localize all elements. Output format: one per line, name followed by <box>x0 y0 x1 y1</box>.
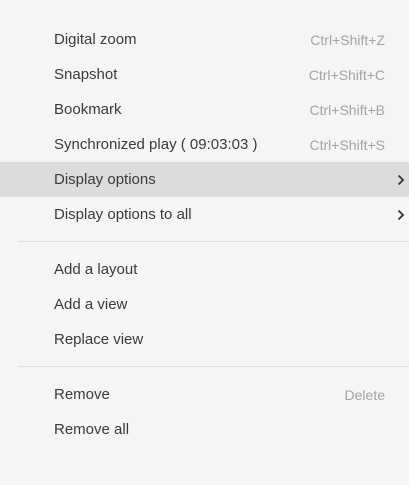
separator <box>18 366 409 367</box>
menu-item-shortcut: Ctrl+Shift+C <box>308 66 385 83</box>
menu-item-synchronized-play[interactable]: Synchronized play ( 09:03:03 ) Ctrl+Shif… <box>0 127 409 162</box>
menu-item-shortcut: Ctrl+Shift+S <box>309 136 385 153</box>
menu-item-label: Add a layout <box>54 261 138 278</box>
menu-item-shortcut: Ctrl+Shift+B <box>309 101 385 118</box>
menu-item-remove-all[interactable]: Remove all <box>0 412 409 447</box>
menu-item-label: Add a view <box>54 296 128 313</box>
context-menu: Digital zoom Ctrl+Shift+Z Snapshot Ctrl+… <box>0 0 409 485</box>
menu-item-add-view[interactable]: Add a view <box>0 287 409 322</box>
menu-item-add-layout[interactable]: Add a layout <box>0 252 409 287</box>
menu-item-shortcut: Ctrl+Shift+Z <box>310 31 385 48</box>
menu-item-label: Bookmark <box>54 101 122 118</box>
menu-item-bookmark[interactable]: Bookmark Ctrl+Shift+B <box>0 92 409 127</box>
menu-item-snapshot[interactable]: Snapshot Ctrl+Shift+C <box>0 57 409 92</box>
menu-item-label: Remove <box>54 386 110 403</box>
menu-item-label: Snapshot <box>54 66 118 83</box>
menu-item-display-options[interactable]: Display options <box>0 162 409 197</box>
chevron-right-icon <box>395 207 407 223</box>
menu-item-label: Display options <box>54 171 156 188</box>
menu-item-label: Digital zoom <box>54 31 137 48</box>
menu-item-label: Display options to all <box>54 206 192 223</box>
menu-item-replace-view[interactable]: Replace view <box>0 322 409 357</box>
separator <box>18 241 409 242</box>
menu-item-digital-zoom[interactable]: Digital zoom Ctrl+Shift+Z <box>0 22 409 57</box>
separator-block <box>0 232 409 252</box>
menu-item-remove[interactable]: Remove Delete <box>0 377 409 412</box>
menu-item-display-options-to-all[interactable]: Display options to all <box>0 197 409 232</box>
chevron-right-icon <box>395 172 407 188</box>
menu-item-label: Replace view <box>54 331 144 348</box>
menu-item-shortcut: Delete <box>344 386 385 403</box>
separator-block <box>0 357 409 377</box>
menu-item-label: Synchronized play ( 09:03:03 ) <box>54 136 258 153</box>
menu-item-label: Remove all <box>54 421 130 438</box>
